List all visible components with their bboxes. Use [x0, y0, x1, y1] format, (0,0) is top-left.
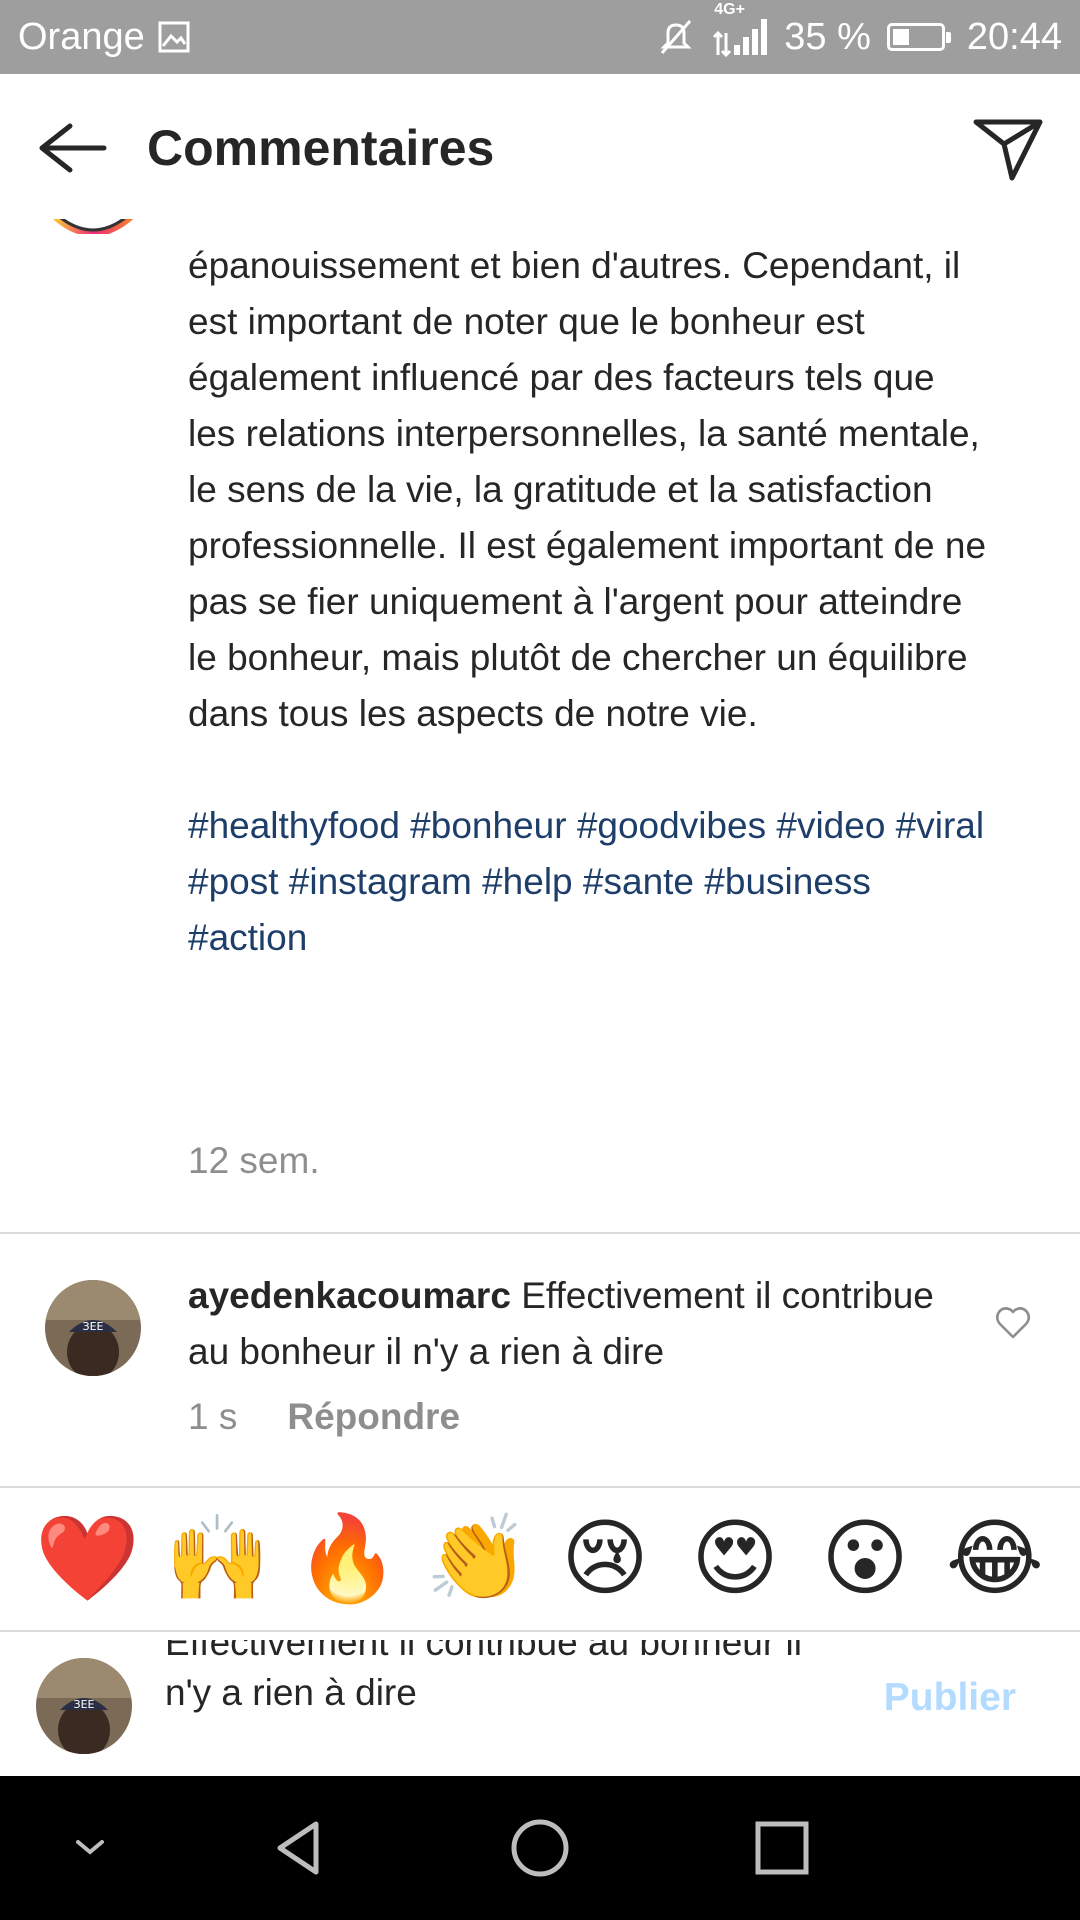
comment-input-value: Effectivement il contribue au bonheur il…	[165, 1640, 802, 1713]
comment-meta: 1 s Répondre	[188, 1396, 460, 1438]
emoji-fire[interactable]: 🔥	[295, 1516, 400, 1600]
svg-text:ЗЕЕ: ЗЕЕ	[74, 1698, 95, 1711]
arrow-left-icon	[39, 123, 107, 173]
share-button[interactable]	[972, 114, 1044, 184]
emoji-reaction-bar: ❤️ 🙌 🔥 👏 😢 😍 😮 😂	[0, 1486, 1080, 1630]
nav-home-button[interactable]	[508, 1816, 572, 1880]
nav-back-button[interactable]	[268, 1816, 332, 1880]
nav-collapse-button[interactable]	[70, 1816, 110, 1880]
current-user-avatar: ЗЕЕ	[36, 1658, 132, 1754]
commenter-avatar[interactable]: ЗЕЕ	[45, 1280, 141, 1376]
chevron-down-icon	[76, 1840, 104, 1855]
nav-recents-button[interactable]	[750, 1816, 814, 1880]
signal-icon: 4G+	[712, 1, 768, 59]
divider	[0, 1232, 1080, 1234]
emoji-red-heart[interactable]: ❤️	[35, 1516, 140, 1600]
heart-outline-icon	[995, 1307, 1031, 1339]
carrier-label: Orange	[18, 15, 145, 58]
emoji-heart-eyes[interactable]: 😍	[685, 1516, 785, 1600]
comment-input[interactable]: Effectivement il contribue au bonheur il…	[165, 1640, 855, 1760]
emoji-clapping-hands[interactable]: 👏	[425, 1516, 530, 1600]
page-title: Commentaires	[147, 120, 495, 176]
caption-paragraph: épanouissement et bien d'autres. Cependa…	[188, 245, 987, 734]
publish-button[interactable]: Publier	[884, 1676, 1016, 1720]
clock: 20:44	[966, 15, 1062, 58]
caption-timestamp: 12 sem.	[188, 1140, 320, 1181]
comment-timestamp: 1 s	[188, 1396, 238, 1437]
square-recents-icon	[755, 1821, 809, 1875]
like-button[interactable]	[995, 1306, 1031, 1340]
comment-username[interactable]: ayedenkacoumarc	[188, 1275, 511, 1316]
caption-text: épanouissement et bien d'autres. Cependa…	[188, 238, 988, 966]
battery-percent: 35 %	[784, 15, 871, 58]
circle-home-icon	[511, 1819, 569, 1877]
emoji-tears-of-joy[interactable]: 😂	[945, 1516, 1045, 1600]
triangle-back-icon	[277, 1821, 319, 1875]
battery-icon	[886, 23, 951, 51]
network-type: 4G+	[714, 1, 745, 18]
header: Commentaires	[0, 74, 1080, 219]
emoji-crying-face[interactable]: 😢	[555, 1516, 655, 1600]
reply-button[interactable]: Répondre	[287, 1396, 460, 1438]
divider	[0, 1630, 1080, 1632]
screenshot-icon	[157, 20, 191, 54]
caption-hashtags[interactable]: #healthyfood #bonheur #goodvibes #video …	[188, 798, 988, 966]
emoji-astonished[interactable]: 😮	[815, 1516, 915, 1600]
comment-body: ayedenkacoumarc Effectivement il contrib…	[188, 1268, 978, 1380]
status-bar: Orange 4G+ 35 % 20:44	[0, 0, 1080, 74]
system-nav-bar	[0, 1776, 1080, 1920]
svg-text:ЗЕЕ: ЗЕЕ	[83, 1320, 104, 1333]
back-button[interactable]	[34, 118, 108, 178]
emoji-raising-hands[interactable]: 🙌	[165, 1516, 270, 1600]
mute-icon	[656, 17, 696, 57]
paper-plane-icon	[973, 119, 1043, 181]
